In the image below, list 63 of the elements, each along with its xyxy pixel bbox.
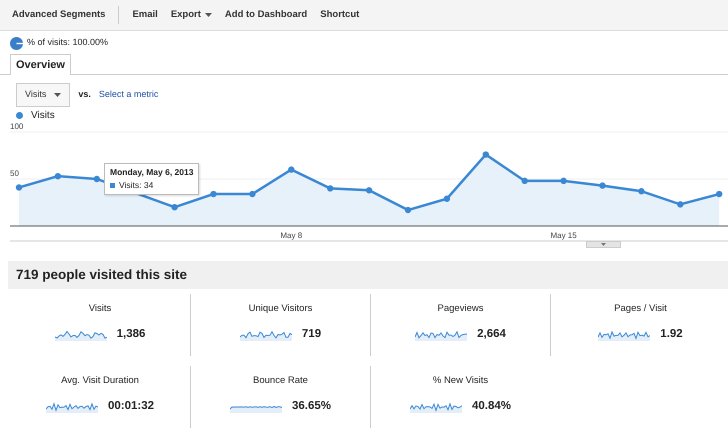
data-point (716, 190, 722, 198)
sparkline-drawing (54, 328, 107, 341)
data-point (16, 184, 22, 191)
tab[interactable]: Overview (10, 54, 71, 75)
axis-label: May 15 (550, 231, 577, 240)
metric-value: 40.84% (472, 399, 511, 414)
data-point (444, 196, 450, 202)
sparkline-drawing (46, 400, 98, 413)
metric-label: Pages / Visit (614, 302, 667, 316)
axis-label: May 8 (280, 231, 302, 240)
legend-dot-icon (16, 112, 23, 118)
data-point (404, 206, 412, 214)
sparkline-drawing (415, 328, 468, 341)
axis-label: 100 (10, 122, 24, 131)
toolbar-link[interactable]: Add to Dashboard (224, 8, 308, 22)
data-point (327, 185, 334, 192)
data-point (599, 182, 606, 189)
data-point (249, 190, 256, 198)
metric-label: Unique Visitors (248, 302, 312, 316)
select-metric-link[interactable]: Select a metric (98, 88, 158, 102)
toolbar-link[interactable]: Shortcut (320, 8, 360, 22)
data-point (522, 178, 528, 184)
metric-label: Avg. Visit Duration (61, 374, 139, 388)
toolbar-link[interactable]: Email (132, 8, 158, 22)
summary-title: 719 people visited this site (8, 261, 728, 289)
metric-dropdown[interactable]: Visits (16, 83, 70, 107)
metric-value: 1.92 (660, 327, 683, 342)
metric-value: 2,664 (477, 327, 506, 342)
range-handle[interactable] (586, 241, 621, 248)
caret-icon (54, 92, 62, 98)
data-point (482, 151, 489, 158)
metric-value: 1,386 (116, 327, 146, 342)
data-point (677, 201, 684, 208)
metric-value: 719 (302, 327, 322, 342)
data-point (560, 178, 567, 184)
metric-label: Visits (88, 302, 112, 316)
tooltip-text: Visits: 34 (119, 178, 154, 192)
segment-label: % of visits: 100.00% (27, 36, 108, 50)
data-point (638, 188, 645, 194)
data-point (171, 204, 178, 210)
caret-icon (204, 12, 212, 18)
data-point (288, 166, 294, 173)
pie-chart-icon (10, 36, 23, 50)
axis-label: 50 (10, 169, 19, 178)
tooltip-title: Monday, May 6, 2013 (110, 166, 194, 179)
legend-square-icon (110, 182, 115, 188)
caret-icon (601, 243, 606, 246)
sparkline-drawing (598, 328, 650, 341)
sparkline-drawing (240, 328, 292, 341)
data-point (94, 176, 100, 182)
metric-label: Bounce Rate (253, 374, 308, 388)
data-point (210, 190, 217, 198)
data-point (366, 187, 372, 194)
vs-label: vs. (78, 88, 91, 101)
metric-label: Pageviews (438, 302, 484, 316)
sparkline-drawing (410, 400, 462, 413)
export-dropdown[interactable]: Export (170, 8, 212, 22)
metric-label: % New Visits (432, 374, 488, 388)
legend-label: Visits (31, 108, 55, 122)
metric-value: 00:01:32 (108, 399, 154, 414)
toolbar-link[interactable]: Advanced Segments (12, 8, 106, 22)
data-point (54, 172, 62, 180)
metric-value: 36.65% (292, 399, 331, 414)
